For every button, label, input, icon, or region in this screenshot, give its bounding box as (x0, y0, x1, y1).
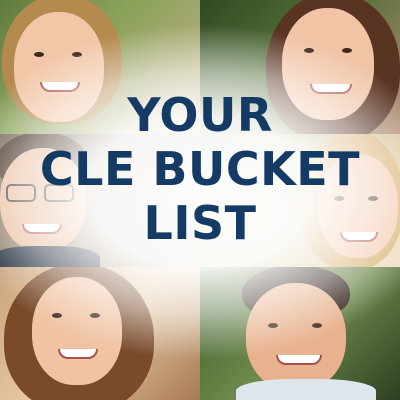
bucket-list-poster: YOUR CLE BUCKET LIST (0, 0, 400, 400)
eye (304, 48, 314, 53)
headline: YOUR CLE BUCKET LIST (0, 88, 400, 250)
smile (276, 355, 322, 365)
eye (52, 313, 62, 318)
headline-line-2: CLE BUCKET (39, 142, 361, 196)
face (32, 277, 122, 385)
eye (72, 52, 82, 57)
eye (268, 323, 278, 328)
eye (34, 52, 44, 57)
headline-line-3: LIST (143, 196, 257, 250)
eye (312, 323, 322, 328)
photo-bottom-right (200, 267, 400, 400)
headline-line-1: YOUR (127, 88, 273, 142)
photo-bottom-left (0, 267, 200, 400)
smile (58, 349, 98, 359)
eye (90, 313, 100, 318)
face (246, 283, 346, 391)
eye (342, 48, 352, 53)
shirt (236, 379, 376, 400)
